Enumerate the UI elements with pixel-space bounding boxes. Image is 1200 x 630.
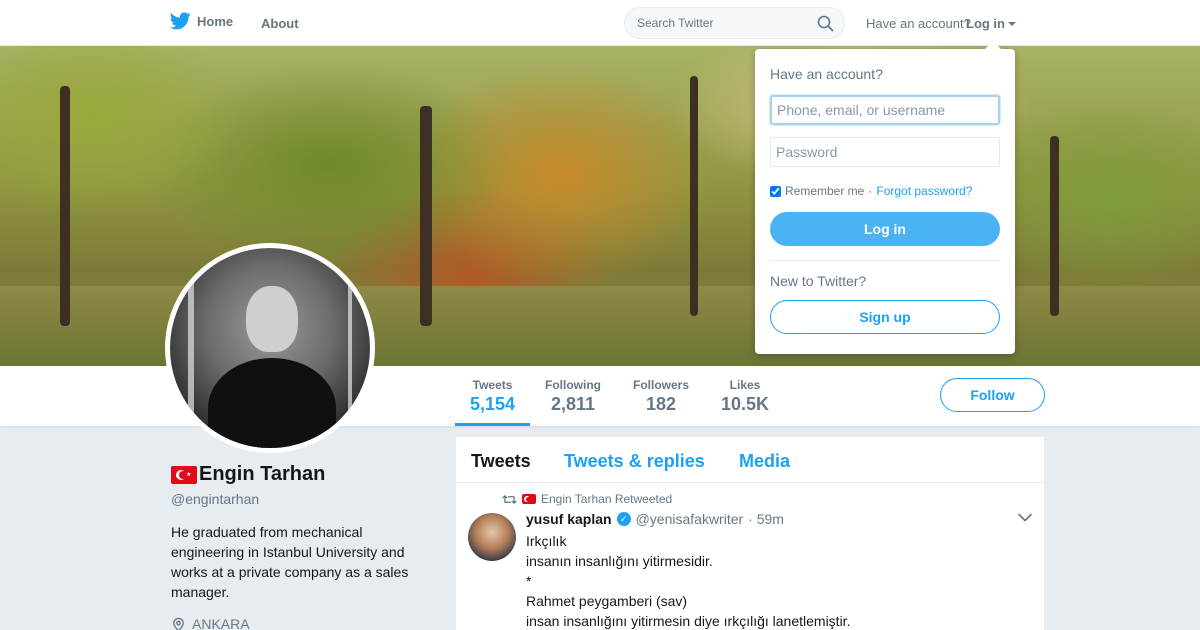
tab-media[interactable]: Media: [739, 451, 790, 472]
password-field[interactable]: [770, 137, 1000, 167]
login-button[interactable]: Log in: [770, 212, 1000, 246]
timeline-tabs: Tweets Tweets & replies Media: [456, 437, 1044, 483]
username-field[interactable]: [770, 95, 1000, 125]
login-menu-toggle[interactable]: Log in: [966, 16, 1016, 31]
new-to-twitter-text: New to Twitter?: [770, 273, 867, 289]
stat-tweets[interactable]: Tweets 5,154: [470, 378, 515, 415]
profile-avatar[interactable]: [165, 243, 375, 453]
tab-tweets[interactable]: Tweets: [471, 451, 531, 472]
turkey-flag-icon: ★: [171, 465, 197, 484]
signup-button[interactable]: Sign up: [770, 300, 1000, 334]
dropdown-divider: [770, 260, 1000, 261]
tweet-author-name[interactable]: yusuf kaplan: [526, 511, 612, 527]
stat-value: 10.5K: [721, 394, 770, 414]
stat-value: 182: [645, 394, 677, 414]
remember-me-checkbox[interactable]: [770, 185, 781, 197]
location-pin-icon: [173, 617, 184, 630]
profile-location: ANKARA: [171, 616, 250, 630]
login-dropdown: Have an account? Remember me · Forgot pa…: [755, 41, 1015, 354]
tweet-text-line: insanın insanlığını yitirmesidir.: [526, 553, 713, 569]
login-dropdown-title: Have an account?: [770, 66, 883, 82]
stat-likes[interactable]: Likes 10.5K: [721, 378, 769, 415]
active-stat-underline: [455, 423, 530, 426]
twitter-bird-icon: [170, 12, 191, 30]
search-input[interactable]: Search Twitter: [637, 16, 713, 30]
remember-me-row: Remember me · Forgot password?: [770, 184, 972, 198]
stat-value: 5,154: [470, 394, 516, 414]
avatar-background-tree: [348, 248, 352, 448]
nav-home-label: Home: [197, 13, 234, 29]
tab-tweets-and-replies[interactable]: Tweets & replies: [564, 451, 705, 472]
stat-value: 2,811: [550, 394, 596, 414]
avatar-body: [208, 358, 336, 448]
profile-handle[interactable]: @engintarhan: [171, 491, 259, 507]
profile-bio: He graduated from mechanical engineering…: [171, 524, 409, 600]
retweet-icon: [502, 494, 517, 504]
stat-label: Following: [545, 378, 601, 392]
verified-badge-icon: ✓: [616, 512, 631, 526]
search-icon[interactable]: [817, 15, 834, 32]
location-text: ANKARA: [192, 616, 250, 630]
stat-label: Tweets: [472, 378, 513, 392]
turkey-flag-icon: [522, 494, 536, 504]
caret-down-icon: [1008, 21, 1016, 26]
login-link-label: Log in: [966, 16, 1005, 31]
search-box[interactable]: Search Twitter: [624, 7, 845, 39]
tweet-text: Irkçılık insanın insanlığını yitirmesidi…: [526, 531, 850, 630]
top-navigation-bar: Home About Search Twitter Have an accoun…: [0, 0, 1200, 46]
tweet-text-line: Rahmet peygamberi (sav): [526, 593, 688, 609]
nav-home-link[interactable]: Home: [170, 12, 233, 30]
avatar-background-tree: [188, 248, 194, 448]
tweet-header: yusuf kaplan ✓ @yenisafakwriter · 59m: [526, 511, 784, 527]
tweet-timestamp[interactable]: · 59m: [748, 511, 784, 527]
tweet-author-handle[interactable]: @yenisafakwriter: [636, 511, 744, 527]
banner-tree-trunk: [1050, 136, 1059, 316]
timeline: Tweets Tweets & replies Media Engin Tarh…: [456, 437, 1044, 630]
tweet-text-line: Irkçılık: [526, 533, 567, 549]
separator-dot: ·: [868, 184, 873, 198]
nav-about-link[interactable]: About: [261, 16, 299, 31]
retweet-context-text[interactable]: Engin Tarhan Retweeted: [541, 492, 672, 506]
follow-button[interactable]: Follow: [940, 378, 1045, 412]
tweet-author-avatar[interactable]: [468, 513, 516, 561]
retweet-context: Engin Tarhan Retweeted: [502, 492, 672, 506]
avatar-head: [246, 286, 298, 352]
stat-label: Likes: [729, 378, 761, 392]
banner-tree-trunk: [420, 106, 432, 326]
profile-name[interactable]: Engin Tarhan: [199, 463, 325, 486]
forgot-password-link[interactable]: Forgot password?: [876, 184, 972, 198]
profile-name-row: ★ Engin Tarhan: [171, 463, 325, 486]
tweet-text-line: insan insanlığını yitirmesin diye ırkçıl…: [526, 613, 851, 629]
chevron-down-icon[interactable]: [1018, 513, 1032, 522]
remember-me-label[interactable]: Remember me: [785, 184, 864, 198]
tweet-text-line: *: [526, 573, 532, 589]
stat-followers[interactable]: Followers 182: [633, 378, 689, 415]
banner-tree-trunk: [60, 86, 70, 326]
account-question-text: Have an account?: [866, 16, 971, 31]
banner-tree-trunk: [690, 76, 698, 316]
stat-label: Followers: [633, 378, 690, 392]
stat-following[interactable]: Following 2,811: [545, 378, 601, 415]
